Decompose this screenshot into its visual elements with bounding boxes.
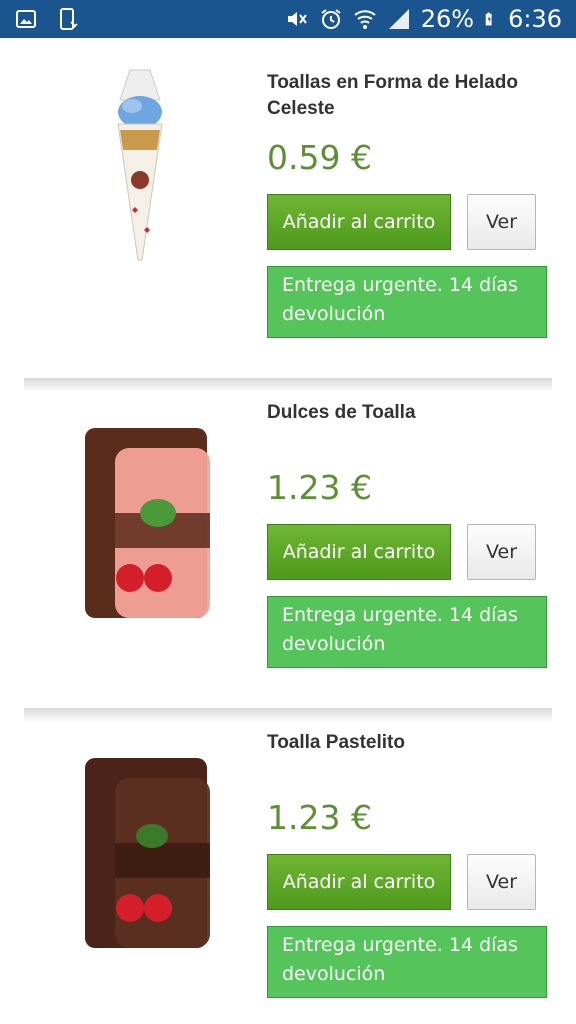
status-bar: 26% 6:36: [0, 0, 576, 38]
alarm-icon: [321, 9, 341, 29]
product-card: Toalla Pastelito 1.23 € Añadir al carrit…: [0, 698, 576, 1024]
product-card: Toallas en Forma de Helado Celeste 0.59 …: [0, 38, 576, 368]
view-button[interactable]: Ver: [467, 194, 536, 250]
delivery-notice: Entrega urgente. 14 días devolución: [267, 266, 547, 338]
signal-icon: [388, 9, 409, 29]
mute-icon: [287, 12, 307, 26]
add-to-cart-button[interactable]: Añadir al carrito: [267, 524, 451, 580]
clock: 6:36: [508, 5, 562, 33]
add-to-cart-button[interactable]: Añadir al carrito: [267, 194, 451, 250]
image-icon: [16, 10, 36, 28]
delivery-notice: Entrega urgente. 14 días devolución: [267, 596, 547, 668]
phone-download-icon: [60, 8, 78, 30]
product-card: Dulces de Toalla 1.23 € Añadir al carrit…: [0, 368, 576, 698]
product-title[interactable]: Toalla Pastelito: [267, 730, 547, 756]
battery-icon: [485, 12, 492, 26]
product-price: 0.59 €: [267, 138, 372, 177]
product-title[interactable]: Toallas en Forma de Helado Celeste: [267, 70, 547, 122]
chocolate-cake-towel-image[interactable]: [40, 748, 240, 978]
pink-cake-towel-image[interactable]: [40, 418, 240, 648]
product-title[interactable]: Dulces de Toalla: [267, 400, 547, 426]
view-button[interactable]: Ver: [467, 524, 536, 580]
ice-cream-cone-towel-image[interactable]: [40, 60, 240, 290]
view-button[interactable]: Ver: [467, 854, 536, 910]
product-list: Toallas en Forma de Helado Celeste 0.59 …: [0, 38, 576, 1024]
add-to-cart-button[interactable]: Añadir al carrito: [267, 854, 451, 910]
product-price: 1.23 €: [267, 798, 372, 837]
wifi-icon: [354, 10, 376, 29]
product-price: 1.23 €: [267, 468, 372, 507]
delivery-notice: Entrega urgente. 14 días devolución: [267, 926, 547, 998]
battery-percent: 26%: [420, 5, 475, 33]
